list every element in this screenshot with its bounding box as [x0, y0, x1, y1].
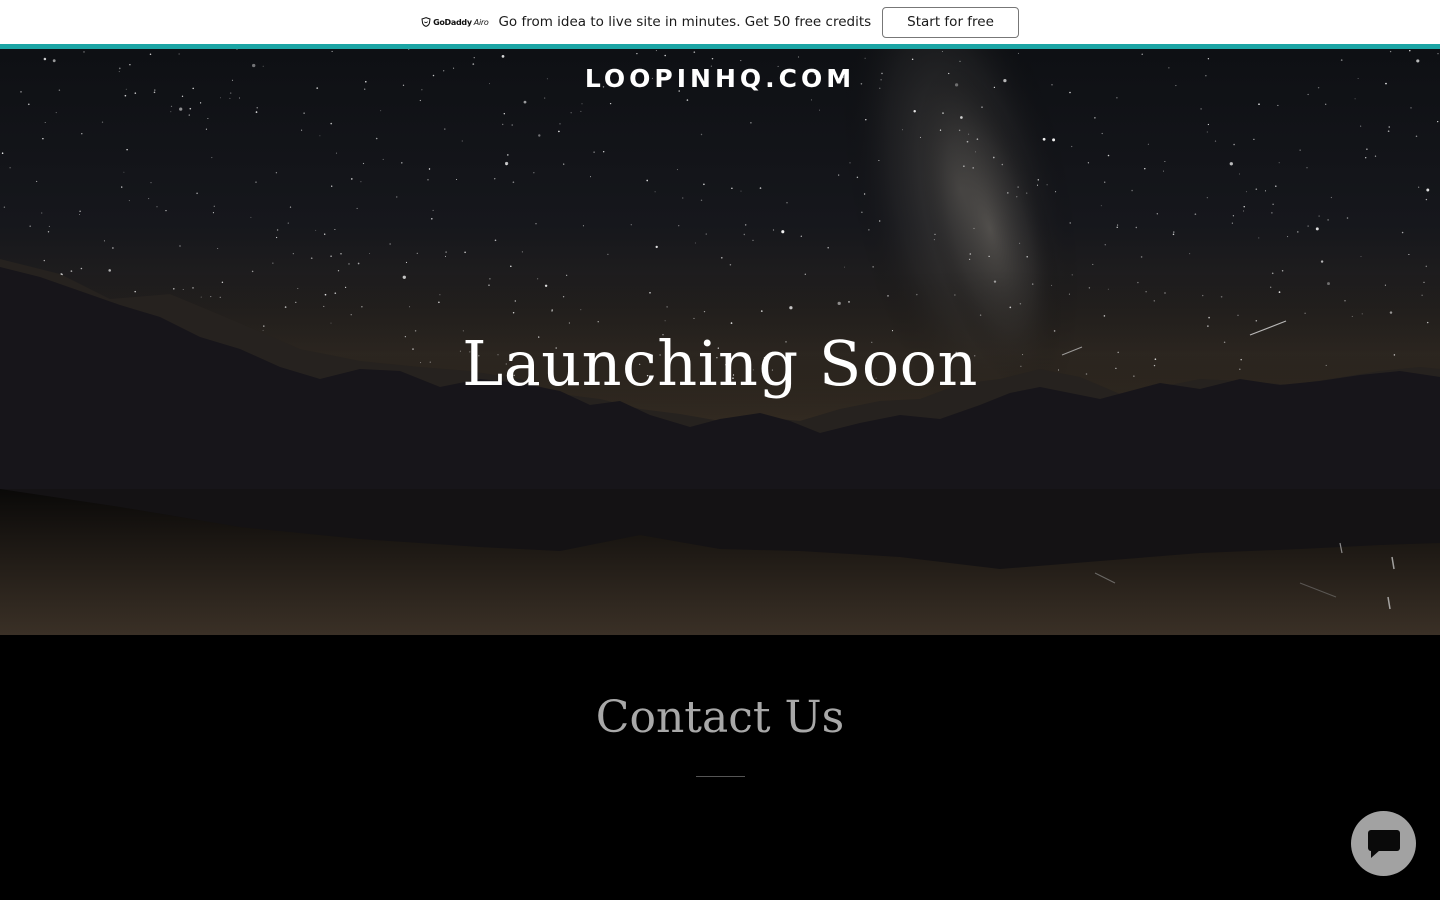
godaddy-shield-icon — [421, 17, 431, 27]
contact-section: Contact Us — [0, 635, 1440, 900]
logo-product-text: Airo — [473, 17, 489, 27]
promo-message: Go from idea to live site in minutes. Ge… — [498, 14, 872, 30]
hero-section: LOOPINHQ.COM Launching Soon — [0, 49, 1440, 635]
site-title-link[interactable]: LOOPINHQ.COM — [0, 64, 1440, 93]
chat-button[interactable] — [1351, 811, 1416, 876]
section-divider — [696, 776, 745, 777]
chat-bubble-icon — [1367, 829, 1400, 858]
godaddy-airo-logo: GoDaddy Airo — [421, 17, 489, 27]
contact-heading: Contact Us — [595, 692, 845, 743]
logo-brand-text: GoDaddy — [433, 17, 472, 27]
hero-heading: Launching Soon — [462, 327, 978, 400]
start-for-free-button[interactable]: Start for free — [882, 6, 1019, 38]
promo-banner: GoDaddy Airo Go from idea to live site i… — [0, 0, 1440, 49]
